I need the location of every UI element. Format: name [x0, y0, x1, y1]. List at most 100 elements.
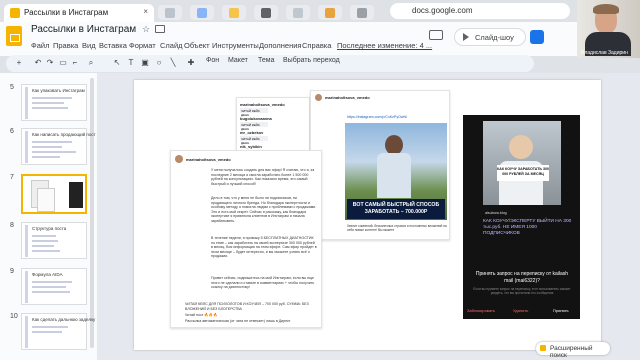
chat-user: marinaholtsova_vmedo [240, 102, 285, 107]
filmstrip-scrollbar[interactable] [90, 78, 94, 348]
post-link: https://instagram.com/p/CxKzPyOwN/ [347, 115, 408, 119]
share-button[interactable] [530, 30, 544, 44]
tab-active[interactable]: Рассылки в Инстаграм × [4, 4, 154, 22]
document-title[interactable]: Рассылки в Инстаграм [31, 24, 136, 35]
star-icon[interactable]: ☆ [142, 24, 150, 35]
message-paragraph: У меня получилось создать для вас эфир! … [211, 168, 315, 186]
redo-icon[interactable]: ↷ [45, 58, 55, 68]
webcam-video: Владислав Задирин [577, 0, 640, 58]
tab-bg-4[interactable] [254, 5, 278, 20]
avatar [175, 155, 183, 163]
menu-tools[interactable]: Инструменты [212, 41, 259, 50]
close-icon[interactable]: × [143, 7, 148, 16]
layout-button[interactable]: Макет [228, 57, 248, 64]
menu-file[interactable]: Файл [31, 41, 49, 50]
thumb-title: Формула AIDA [32, 272, 63, 277]
line-icon[interactable]: ╲ [168, 58, 178, 68]
avatar [315, 94, 322, 101]
tab-bg-7[interactable] [350, 5, 374, 20]
comment-icon[interactable] [429, 30, 443, 40]
slide-number: 9 [10, 268, 14, 275]
background-button[interactable]: Фон [206, 57, 219, 64]
chat-message: ЧИТАЙ КЕЙС ДЕНЬ [240, 136, 268, 145]
paint-format-icon[interactable]: ⌐ [70, 58, 80, 68]
post-screenshot: marinaholtsova_vmedo https://instagram.c… [310, 90, 450, 240]
tab-bg-2[interactable] [190, 5, 214, 20]
tab-favicon-icon [293, 8, 303, 18]
tab-favicon-icon [229, 8, 239, 18]
slides-logo-icon[interactable] [6, 26, 22, 46]
tab-bg-1[interactable] [158, 5, 182, 20]
dm-text-screenshot: marinaholtsova_vmedo У меня получилось с… [170, 150, 322, 328]
menu-insert[interactable]: Вставка [99, 41, 127, 50]
chat-message: ЧИТАЙ КЕЙС ДЕНЬ [240, 108, 268, 117]
menu-format[interactable]: Формат [129, 41, 156, 50]
video-participant-name: Владислав Задирин [581, 50, 628, 56]
slides-favicon-icon [10, 8, 20, 18]
message-bottom: Рассылка автоматическая (от чата не отве… [185, 319, 291, 323]
tab-title: Рассылки в Инстаграм [24, 8, 109, 17]
add-slide-icon[interactable]: + [14, 58, 24, 68]
slide-thumbnail-6[interactable]: Как написать продающий пост [21, 128, 96, 165]
accept-button: Принять [553, 308, 569, 313]
tab-favicon-icon [165, 8, 175, 18]
undo-icon[interactable]: ↶ [33, 58, 43, 68]
post-caption: Хватит сомнений, бесконечных страхов и п… [347, 224, 447, 232]
print-icon[interactable]: ▭ [58, 58, 68, 68]
block-button: Заблокировать [467, 308, 495, 313]
slideshow-button[interactable]: Слайд-шоу [454, 28, 526, 46]
theme-button[interactable]: Тема [258, 57, 274, 64]
slide-number: 10 [10, 313, 18, 320]
image-icon[interactable]: ▣ [140, 58, 150, 68]
play-icon [463, 33, 469, 41]
tab-favicon-icon [197, 8, 207, 18]
tab-bg-6[interactable] [318, 5, 342, 20]
menu-edit[interactable]: Правка [53, 41, 78, 50]
zoom-icon[interactable]: ⌕ [86, 58, 96, 68]
story-photo [483, 121, 561, 205]
menu-help[interactable]: Справка [302, 41, 331, 50]
delete-button: Удалить [513, 308, 529, 313]
message-note: Читай пост 🔥🔥🔥 [185, 313, 218, 317]
slide-thumbnail-7-selected[interactable] [21, 174, 87, 214]
textbox-icon[interactable]: T [126, 58, 136, 68]
post-overlay-text: ВОТ САМЫЙ БЫСТРЫЙ СПОСОБ ЗАРАБОТАТЬ – 70… [347, 199, 445, 219]
message-paragraph: Привет сейчас, подпишитесь на мой Инстаг… [211, 276, 315, 290]
tab-favicon-icon [357, 8, 367, 18]
transition-button[interactable]: Выбрать переход [283, 57, 340, 64]
menu-slide[interactable]: Слайд [160, 41, 183, 50]
chat-user: nik_sybikin [240, 144, 262, 149]
slide-thumbnail-10[interactable]: Как сделать дальнюю заделку [21, 313, 95, 350]
thumb-title: Как упаковать Инстаграм [32, 88, 85, 93]
last-change-link[interactable]: Последнее изменение: 4 ... [337, 41, 432, 50]
chat-user: mr_ozbekov [240, 130, 264, 135]
tab-bg-3[interactable] [222, 5, 246, 20]
slide-number: 7 [10, 174, 14, 181]
menu-view[interactable]: Вид [82, 41, 96, 50]
address-bar[interactable]: docs.google.com [390, 3, 570, 19]
story-account: alsubora.blog [485, 211, 507, 215]
story-request-sub: Если вы примете запрос на переписку, это… [473, 287, 571, 295]
slideshow-label: Слайд-шоу [475, 33, 514, 42]
menu-object[interactable]: Объект [184, 41, 210, 50]
slide-thumbnail-5[interactable]: Как упаковать Инстаграм [21, 84, 87, 121]
story-request-text: Принять запрос на переписку от kailash m… [475, 271, 569, 284]
expanded-search-button[interactable]: Расширенный поиск [536, 342, 610, 359]
thumb-title: Структура поста [32, 226, 67, 231]
comment-add-icon[interactable]: ✚ [186, 58, 196, 68]
message-footer: ЧИТАЙ КЕЙС ДЛЯ ПСИХОЛОГОВ И КОУЧЕЙ – 700… [185, 302, 309, 311]
shape-icon[interactable]: ○ [154, 58, 164, 68]
slide-thumbnail-9[interactable]: Формула AIDA [21, 268, 87, 305]
message-paragraph: Дело в том, что у меня не было ни подпис… [211, 196, 317, 223]
story-headline: КАК КОУЧУ/ЭКСПЕРТУ ВЫЙТИ НА 300 тыс.руб.… [483, 219, 572, 236]
thumb-title: Как сделать дальнюю заделку [32, 317, 96, 322]
story-banner: КАК КОУЧУ ЗАРАБОТАТЬ 300 000 РУБЛЕЙ ЗА М… [497, 165, 549, 181]
slide-number: 5 [10, 84, 14, 91]
slide-number: 8 [10, 222, 14, 229]
menu-addons[interactable]: Дополнения [259, 41, 301, 50]
select-icon[interactable]: ↖ [112, 58, 122, 68]
slide-thumbnail-8[interactable]: Структура поста [21, 222, 87, 259]
tab-favicon-icon [261, 8, 271, 18]
folder-icon[interactable] [155, 25, 165, 33]
tab-bg-5[interactable] [286, 5, 310, 20]
